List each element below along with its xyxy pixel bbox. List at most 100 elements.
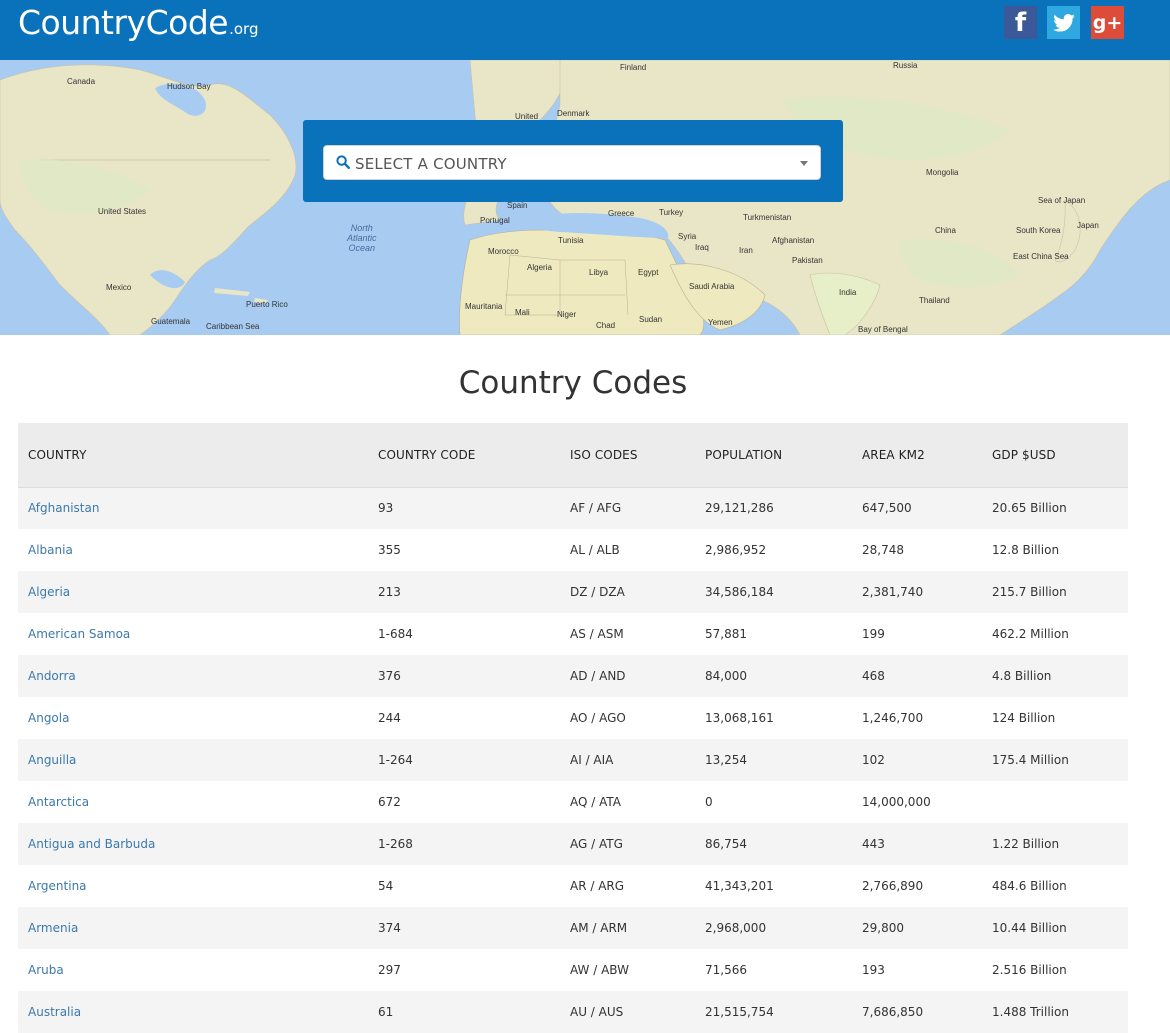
country-link[interactable]: American Samoa [28,627,130,641]
table-cell: 193 [852,949,982,991]
map-label-thailand: Thailand [919,296,950,305]
table-cell: 2.516 Billion [982,949,1128,991]
logo-tld-text: .org [229,20,259,38]
chevron-down-icon [800,161,808,166]
table-cell: AO / AGO [560,697,695,739]
iso-codes-cell: AW / ABW [570,963,629,977]
table-cell: AW / ABW [560,949,695,991]
gdp-cell: 462.2 Million [992,627,1069,641]
table-cell: 34,586,184 [695,571,852,613]
country-codes-table: COUNTRY COUNTRY CODE ISO CODES POPULATIO… [18,423,1128,1033]
country-link[interactable]: Albania [28,543,73,557]
gdp-cell: 12.8 Billion [992,543,1060,557]
table-cell: 213 [368,571,560,613]
table-cell: Afghanistan [18,487,368,529]
table-cell: 376 [368,655,560,697]
table-row: Armenia 374 AM / ARM 2,968,000 29,800 10.44 B… [18,907,1128,949]
iso-codes-cell: AD / AND [570,669,626,683]
iso-codes-cell: AM / ARM [570,921,628,935]
country-select-dropdown[interactable]: SELECT A COUNTRY [323,145,821,180]
iso-codes-cell: AL / ALB [570,543,620,557]
area-cell: 199 [862,627,885,641]
country-link[interactable]: Angola [28,711,69,725]
country-link[interactable]: Aruba [28,963,64,977]
table-row: Andorra 376 AD / AND 84,000 468 4.8 Billion [18,655,1128,697]
country-link[interactable]: Algeria [28,585,70,599]
google-plus-share-button[interactable]: g+ [1091,6,1124,39]
area-cell: 28,748 [862,543,904,557]
gdp-cell: 1.22 Billion [992,837,1060,851]
country-code-cell: 355 [378,543,401,557]
country-link[interactable]: Anguilla [28,753,76,767]
table-cell: AS / ASM [560,613,695,655]
table-cell: Angola [18,697,368,739]
table-row: Afghanistan 93 AF / AFG 29,121,286 647,500 20… [18,487,1128,529]
table-cell: AG / ATG [560,823,695,865]
country-select-panel: SELECT A COUNTRY [303,120,843,202]
table-cell: 14,000,000 [852,781,982,823]
country-link[interactable]: Argentina [28,879,87,893]
column-header-gdp[interactable]: GDP $USD [982,423,1128,488]
table-cell: AM / ARM [560,907,695,949]
gdp-cell: 484.6 Billion [992,879,1067,893]
page-title: Country Codes [458,365,688,401]
table-cell: AI / AIA [560,739,695,781]
facebook-share-button[interactable]: f [1004,6,1037,39]
country-code-cell: 672 [378,795,401,809]
iso-codes-cell: AO / AGO [570,711,626,725]
population-cell: 57,881 [705,627,747,641]
column-header-population[interactable]: POPULATION [695,423,852,488]
map-label-morocco: Morocco [488,247,519,256]
facebook-icon: f [1014,7,1027,38]
search-icon [336,155,350,169]
iso-codes-cell: AI / AIA [570,753,614,767]
area-cell: 2,381,740 [862,585,924,599]
iso-codes-cell: AR / ARG [570,879,625,893]
country-code-cell: 213 [378,585,401,599]
table-cell: 54 [368,865,560,907]
table-cell: 484.6 Billion [982,865,1128,907]
map-label-chad: Chad [596,321,616,330]
country-link[interactable]: Australia [28,1005,81,1019]
map-label-caribbean-sea: Caribbean Sea [206,322,260,331]
country-code-cell: 1-268 [378,837,413,851]
map-label-afghanistan: Afghanistan [772,236,815,245]
country-code-cell: 297 [378,963,401,977]
column-header-country[interactable]: COUNTRY [18,423,368,488]
column-header-iso-codes[interactable]: ISO CODES [560,423,695,488]
area-cell: 1,246,700 [862,711,924,725]
table-row: Australia 61 AU / AUS 21,515,754 7,686,850 1.… [18,991,1128,1033]
country-link[interactable]: Afghanistan [28,501,99,515]
map-label-mauritania: Mauritania [465,302,503,311]
table-cell: 1-684 [368,613,560,655]
table-cell: 21,515,754 [695,991,852,1033]
map-label-guatemala: Guatemala [151,317,191,326]
column-header-area[interactable]: AREA KM2 [852,423,982,488]
table-cell: 0 [695,781,852,823]
twitter-share-button[interactable]: t [1047,6,1080,39]
population-cell: 41,343,201 [705,879,774,893]
table-cell: AU / AUS [560,991,695,1033]
table-cell: 29,800 [852,907,982,949]
column-header-country-code[interactable]: COUNTRY CODE [368,423,560,488]
table-cell: 462.2 Million [982,613,1128,655]
map-label-sudan: Sudan [639,315,663,324]
country-link[interactable]: Antarctica [28,795,89,809]
table-row: Aruba 297 AW / ABW 71,566 193 2.516 Billion [18,949,1128,991]
area-cell: 443 [862,837,885,851]
area-cell: 647,500 [862,501,912,516]
map-label-algeria: Algeria [527,263,552,272]
table-cell: AQ / ATA [560,781,695,823]
country-link[interactable]: Armenia [28,921,78,935]
country-code-cell: 61 [378,1005,394,1019]
map-label-tunisia: Tunisia [558,236,584,245]
map-label-finland: Finland [620,63,647,72]
country-link[interactable]: Andorra [28,669,76,683]
country-link[interactable]: Antigua and Barbuda [28,837,155,851]
table-cell: 71,566 [695,949,852,991]
table-cell: 443 [852,823,982,865]
top-navbar: CountryCode.org f t g+ [0,0,1170,60]
population-cell: 84,000 [705,669,747,683]
site-logo[interactable]: CountryCode.org [18,3,258,42]
table-row: Antigua and Barbuda 1-268 AG / ATG 86,754 44… [18,823,1128,865]
